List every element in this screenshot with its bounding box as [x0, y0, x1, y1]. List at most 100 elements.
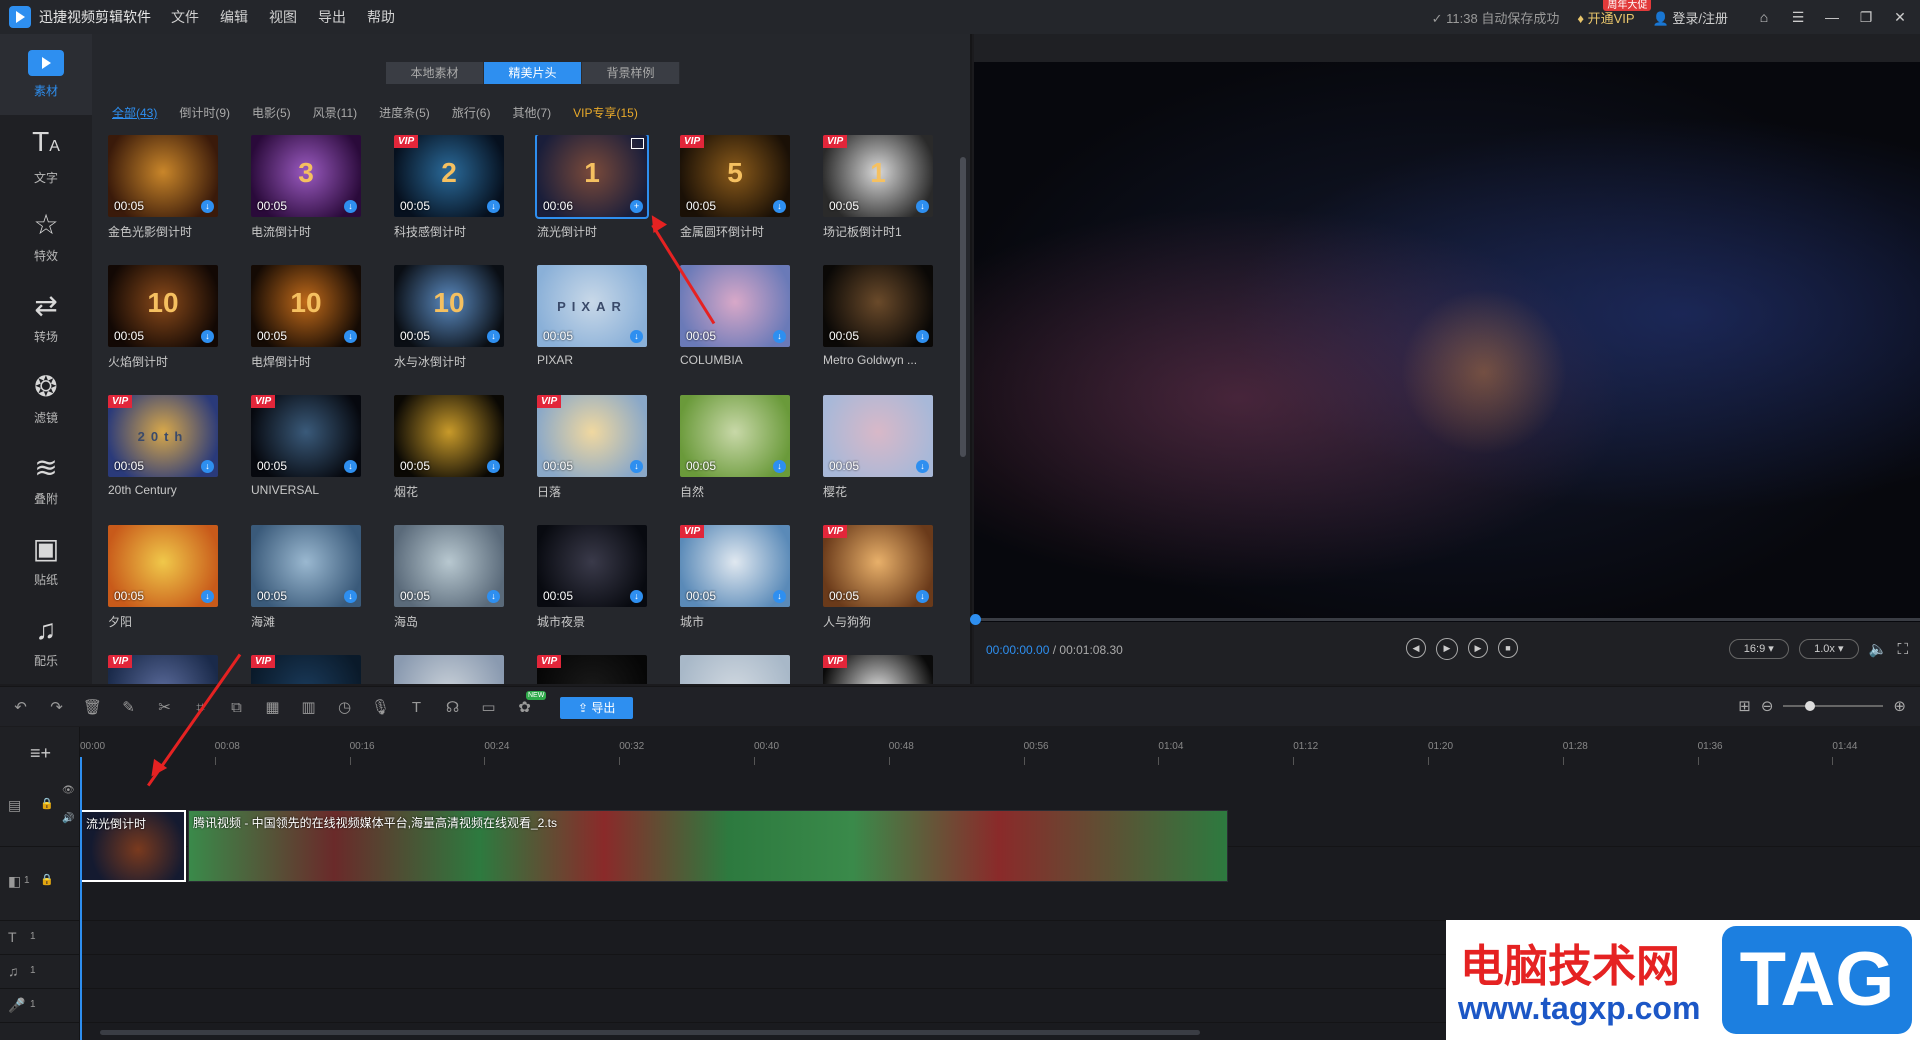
add-icon[interactable]: + [630, 200, 643, 213]
download-icon[interactable]: ↓ [773, 460, 786, 473]
intro-thumbnail[interactable]: 3 00:05 ↓ [251, 135, 361, 217]
download-icon[interactable]: ↓ [630, 330, 643, 343]
intro-card[interactable]: VIP [823, 655, 933, 684]
vip-button[interactable]: ♦ 开通VIP 周年大促 [1577, 0, 1652, 27]
intro-thumbnail[interactable]: 00:05 ↓ [823, 265, 933, 347]
download-icon[interactable]: ↓ [344, 330, 357, 343]
record-icon[interactable]: 🎙 [370, 698, 391, 718]
library-scroll-thumb[interactable] [960, 157, 966, 457]
download-icon[interactable]: ↓ [487, 460, 500, 473]
play-icon[interactable]: ▶ [1436, 638, 1458, 660]
maximize-icon[interactable]: ❐ [1852, 9, 1880, 26]
intro-card[interactable]: VIP 00:05 ↓ UNIVERSAL [251, 395, 361, 497]
intro-thumbnail[interactable]: 00:05 ↓ [108, 525, 218, 607]
zoom-slider[interactable] [1783, 701, 1884, 711]
sidebar-item-media[interactable]: 素材 [0, 34, 92, 115]
seek-handle[interactable] [970, 614, 981, 625]
download-icon[interactable]: ↓ [201, 460, 214, 473]
menu-file[interactable]: 文件 [171, 7, 199, 27]
intro-card[interactable]: 3 00:05 ↓ 电流倒计时 [251, 135, 361, 240]
intro-thumbnail[interactable]: 00:05 ↓ [394, 525, 504, 607]
intro-thumbnail[interactable]: VIP 00:05 ↓ [537, 395, 647, 477]
ai-icon[interactable]: ✿ NEW [514, 691, 547, 718]
add-track-icon[interactable]: ≡+ [30, 743, 51, 764]
close-icon[interactable]: ✕ [1886, 9, 1914, 26]
intro-thumbnail[interactable]: 00:05 ↓ [680, 395, 790, 477]
sidebar-item-filter[interactable]: ❂ 滤镜 [0, 358, 92, 439]
download-icon[interactable]: ↓ [630, 590, 643, 603]
tab-backgrounds[interactable]: 背景样例 [582, 62, 680, 84]
download-icon[interactable]: ↓ [916, 590, 929, 603]
download-icon[interactable]: ↓ [916, 330, 929, 343]
intro-thumbnail[interactable]: 00:05 ↓ [823, 395, 933, 477]
intro-thumbnail[interactable]: 2 VIP 00:05 ↓ [394, 135, 504, 217]
download-icon[interactable]: ↓ [773, 590, 786, 603]
category-all[interactable]: 全部(43) [112, 104, 157, 121]
zoom-out-icon[interactable]: ⊖ [1761, 697, 1774, 715]
sidebar-item-transition[interactable]: ⇄ 转场 [0, 277, 92, 358]
split-icon[interactable]: ✂ [154, 698, 175, 718]
download-icon[interactable]: ↓ [201, 330, 214, 343]
download-icon[interactable]: ↓ [344, 460, 357, 473]
menu-edit[interactable]: 编辑 [220, 7, 248, 27]
intro-thumbnail[interactable]: VIP [537, 655, 647, 684]
pip-icon[interactable]: ▭ [478, 698, 499, 718]
sidebar-item-text[interactable]: TA 文字 [0, 115, 92, 196]
intro-card[interactable]: 00:05 ↓ COLUMBIA [680, 265, 790, 367]
menu-export[interactable]: 导出 [318, 7, 346, 27]
intro-thumbnail[interactable] [680, 655, 790, 684]
intro-thumbnail[interactable]: 1 VIP 00:05 ↓ [823, 135, 933, 217]
zoom-in-icon[interactable]: ⊕ [1893, 697, 1906, 715]
preview-corner-icon[interactable] [631, 138, 644, 149]
intro-card[interactable]: 5 VIP 00:05 ↓ 金属圆环倒计时 [680, 135, 790, 240]
intro-card[interactable]: 1 00:06 + 流光倒计时 [535, 135, 649, 240]
intro-thumbnail[interactable]: VIP 00:05 ↓ [251, 395, 361, 477]
intro-card[interactable]: 00:05 ↓ 樱花 [823, 395, 933, 500]
download-icon[interactable]: ↓ [344, 200, 357, 213]
intro-card[interactable]: VIP [537, 655, 647, 684]
download-icon[interactable]: ↓ [344, 590, 357, 603]
download-icon[interactable]: ↓ [916, 200, 929, 213]
speed-icon[interactable]: ◷ [334, 698, 355, 718]
intro-card[interactable]: 2 VIP 00:05 ↓ 科技感倒计时 [394, 135, 504, 240]
intro-thumbnail[interactable]: 1 00:06 + [535, 135, 649, 219]
intro-card[interactable]: 10 00:05 ↓ 电焊倒计时 [251, 265, 361, 370]
next-frame-icon[interactable]: ▶ [1468, 638, 1488, 658]
intro-card[interactable]: VIP [251, 655, 361, 684]
download-icon[interactable]: ↓ [487, 590, 500, 603]
library-scrollbar[interactable] [960, 137, 966, 677]
download-icon[interactable]: ↓ [201, 590, 214, 603]
intro-card[interactable] [394, 655, 504, 684]
download-icon[interactable]: ↓ [773, 330, 786, 343]
intro-thumbnail[interactable]: 10 00:05 ↓ [108, 265, 218, 347]
category-travel[interactable]: 旅行(6) [452, 104, 491, 121]
download-icon[interactable]: ↓ [487, 330, 500, 343]
intro-thumbnail[interactable]: PIXAR 00:05 ↓ [537, 265, 647, 347]
intro-card[interactable]: PIXAR 00:05 ↓ PIXAR [537, 265, 647, 367]
category-progress[interactable]: 进度条(5) [379, 104, 430, 121]
zoom-knob[interactable] [1805, 701, 1816, 711]
intro-card[interactable]: 00:05 ↓ 自然 [680, 395, 790, 500]
mute-icon[interactable]: 🔊 [62, 813, 74, 824]
intro-card[interactable]: 00:05 ↓ 海岛 [394, 525, 504, 630]
intro-thumbnail[interactable]: VIP [823, 655, 933, 684]
intro-card[interactable]: VIP 00:05 ↓ 日落 [537, 395, 647, 500]
download-icon[interactable]: ↓ [773, 200, 786, 213]
delete-icon[interactable]: 🗑 [82, 698, 103, 718]
download-icon[interactable]: ↓ [201, 200, 214, 213]
preview-seek-bar[interactable] [970, 614, 1920, 625]
intro-thumbnail[interactable]: 5 VIP 00:05 ↓ [680, 135, 790, 217]
intro-card[interactable] [680, 655, 790, 684]
intro-card[interactable]: 00:05 ↓ Metro Goldwyn ... [823, 265, 933, 367]
intro-card[interactable]: 00:05 ↓ 烟花 [394, 395, 504, 500]
redo-icon[interactable]: ↷ [46, 698, 67, 718]
stop-icon[interactable]: ■ [1498, 638, 1518, 658]
aspect-ratio-select[interactable]: 16:9 ▾ [1728, 639, 1789, 659]
download-icon[interactable]: ↓ [916, 460, 929, 473]
intro-card[interactable]: 00:05 ↓ 夕阳 [108, 525, 218, 630]
intro-thumbnail[interactable]: 00:05 ↓ [251, 525, 361, 607]
mosaic-icon[interactable]: ▦ [262, 698, 283, 718]
intro-card[interactable]: VIP 00:05 ↓ 城市 [680, 525, 790, 630]
menu-view[interactable]: 视图 [269, 7, 297, 27]
intro-thumbnail[interactable]: 00:05 ↓ [537, 525, 647, 607]
